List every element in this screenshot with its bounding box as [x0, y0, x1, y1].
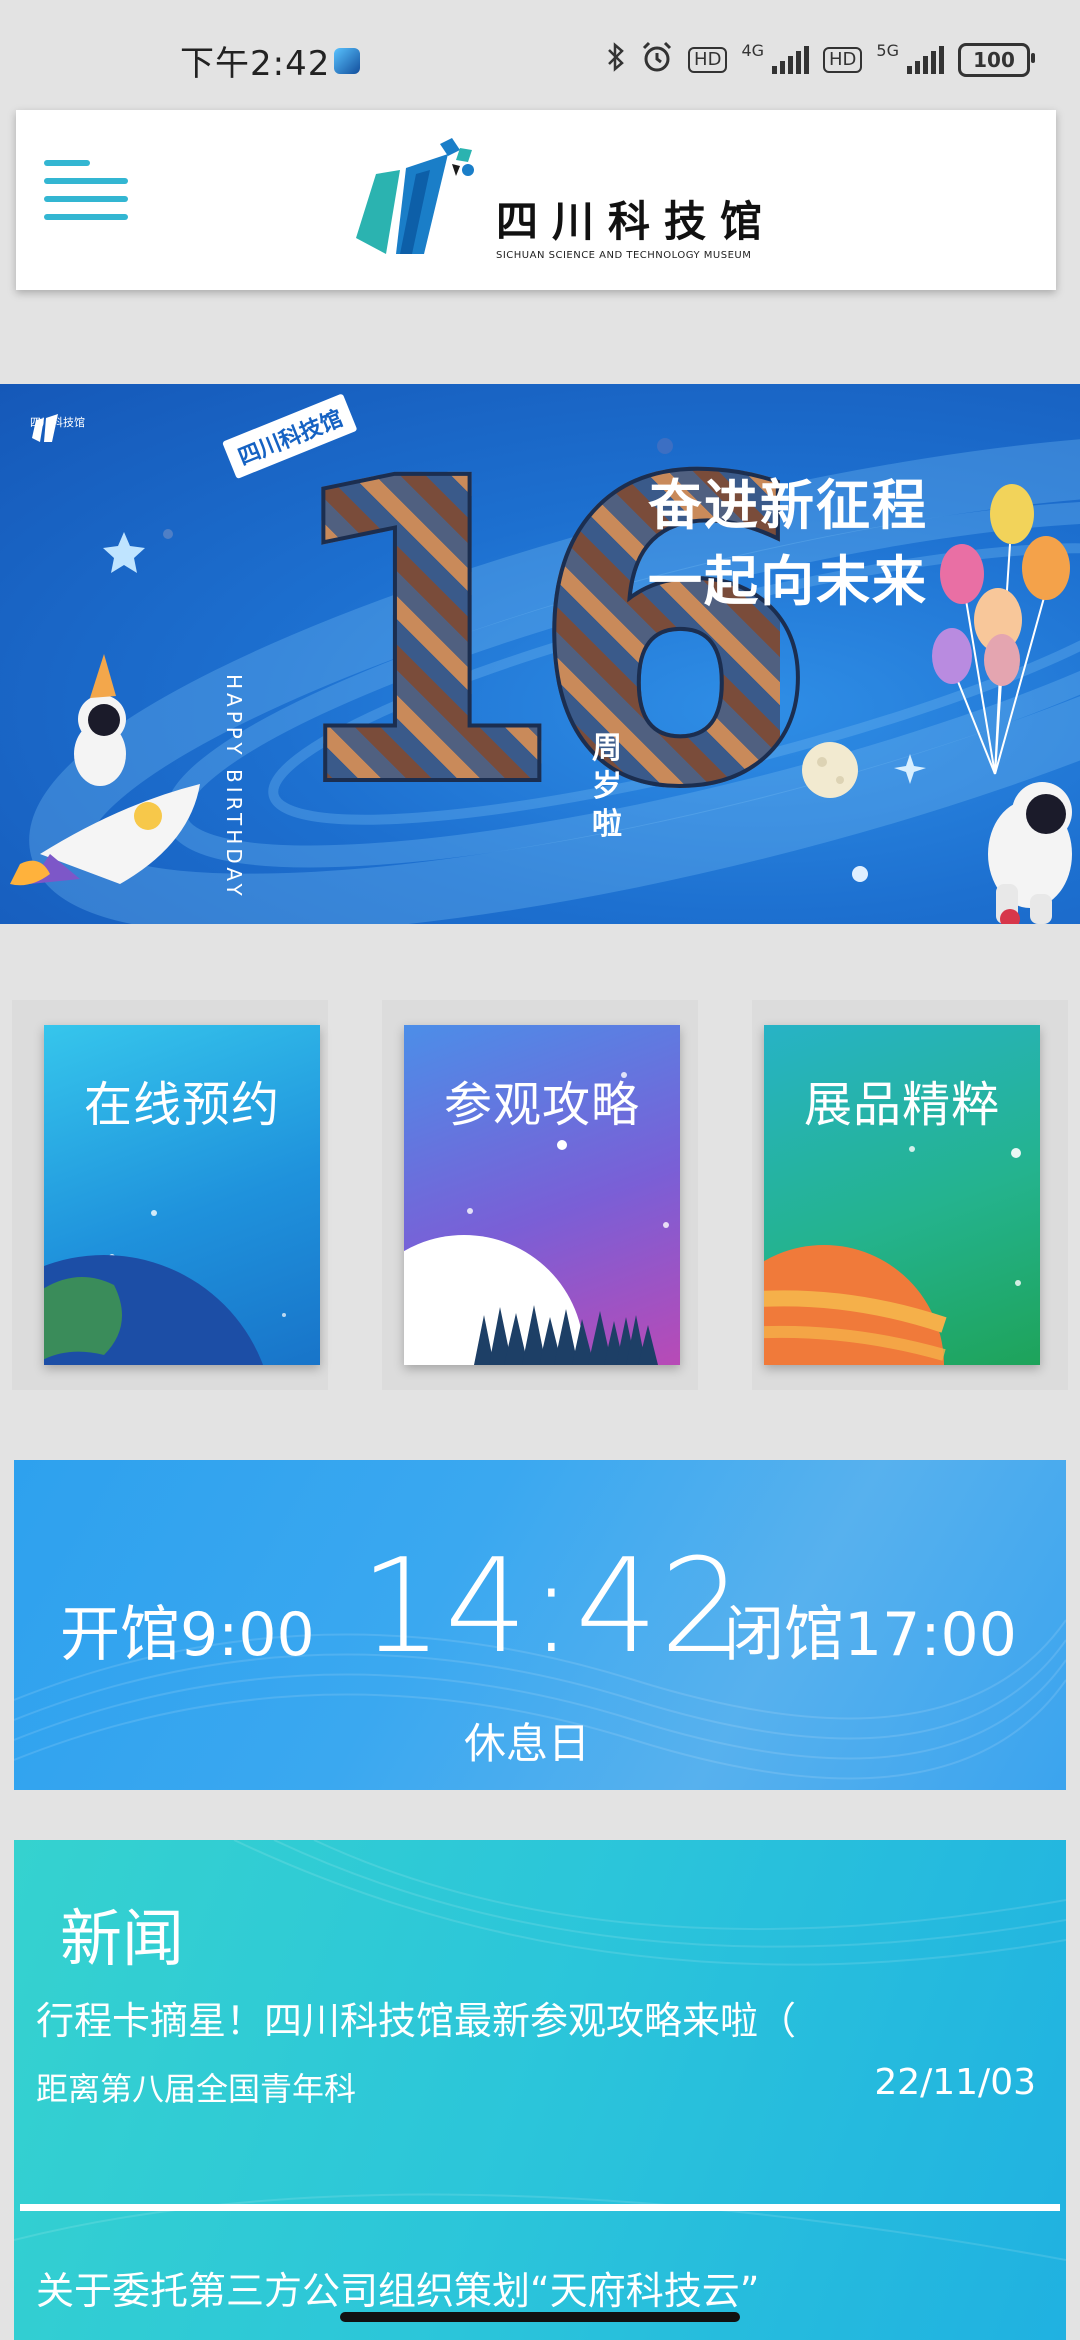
banner-logo: 四川科技馆: [30, 414, 85, 442]
day-status: 休息日: [464, 1719, 591, 1768]
current-time: 14:42: [360, 1530, 745, 1682]
app-header: 四川科技馆 SICHUAN SCIENCE AND TECHNOLOGY MUS…: [16, 110, 1056, 290]
status-icons: HD 4G HD 5G 100: [606, 40, 1035, 80]
tile-online-booking[interactable]: 在线预约: [44, 1025, 320, 1365]
banner-age-text: 周岁啦: [592, 731, 622, 842]
news-item-title[interactable]: 行程卡摘星！四川科技馆最新参观攻略来啦（: [36, 1990, 796, 2045]
signal-icon-2: [907, 46, 944, 74]
news-heading: 新闻: [60, 1902, 185, 1975]
battery-icon: 100: [958, 43, 1035, 77]
hd-badge-1: HD: [688, 47, 728, 73]
status-bar: 下午2:42 HD 4G HD 5G 100: [0, 0, 1080, 100]
news-item-subtitle: 距离第八届全国青年科: [36, 2070, 357, 2108]
tile-exhibit-highlights-label: 展品精粹: [803, 1077, 1000, 1133]
news-divider: [20, 2204, 1060, 2211]
network-type-2: 5G: [876, 40, 899, 60]
menu-icon[interactable]: [44, 160, 134, 240]
app-notification-icon: [334, 48, 360, 74]
tile-visit-guide[interactable]: 参观攻略: [404, 1025, 680, 1365]
museum-logo-icon: [356, 134, 496, 264]
banner-happy-birthday: HAPPY BIRTHDAY: [222, 674, 246, 900]
signal-icon-1: [772, 46, 810, 74]
battery-level: 100: [973, 48, 1015, 72]
feature-tiles: 在线预约 参观攻略 展品精粹: [0, 1000, 1080, 1400]
banner-slogan: 奋进新征程 一起向未来: [648, 474, 928, 613]
status-time: 下午2:42: [180, 44, 331, 84]
home-indicator[interactable]: [340, 2312, 740, 2322]
alarm-icon: [640, 40, 674, 80]
tile-online-booking-label: 在线预约: [83, 1077, 280, 1133]
tile-visit-guide-label: 参观攻略: [443, 1077, 640, 1133]
news-section: 新闻 行程卡摘星！四川科技馆最新参观攻略来啦（ 距离第八届全国青年科 22/11…: [14, 1840, 1066, 2340]
hd-badge-2: HD: [823, 47, 863, 73]
closing-time: 闭馆17:00: [724, 1600, 1017, 1670]
logo-text: 四川科技馆: [496, 197, 777, 246]
logo-subtext: SICHUAN SCIENCE AND TECHNOLOGY MUSEUM: [496, 250, 752, 261]
opening-hours-card: 开馆9:00 14:42 闭馆17:00 休息日: [14, 1460, 1066, 1790]
opening-time: 开馆9:00: [60, 1600, 315, 1670]
news-item-date: 22/11/03: [874, 2062, 1036, 2103]
promo-banner[interactable]: 四川科技馆 16 四川科技馆 HAPPY BIRTHDAY 周岁啦 奋进新征程 …: [0, 384, 1080, 924]
network-type-1: 4G: [741, 40, 765, 60]
bluetooth-icon: [606, 42, 626, 78]
news-item-title[interactable]: 关于委托第三方公司组织策划“天府科技云”: [36, 2260, 759, 2315]
tile-exhibit-highlights[interactable]: 展品精粹: [764, 1025, 1040, 1365]
